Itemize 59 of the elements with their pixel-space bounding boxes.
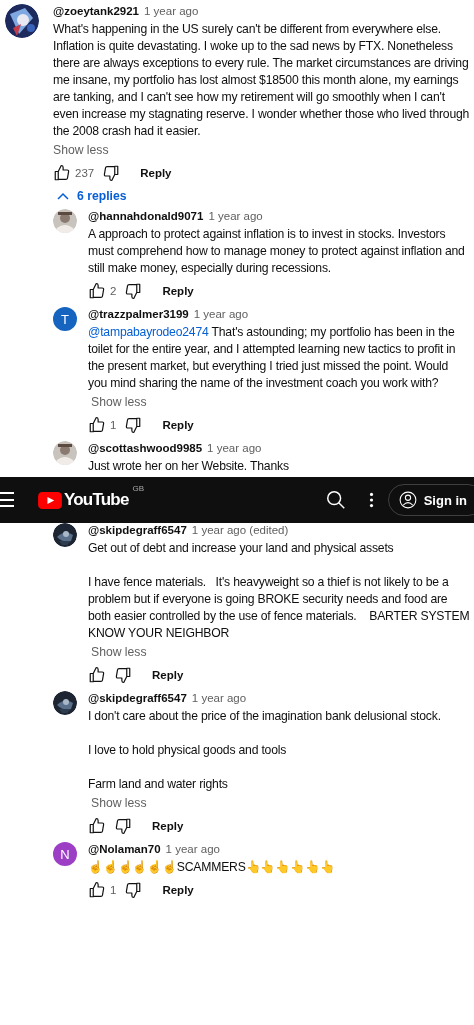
comment-text: A approach to protect against inflation is to invest in stocks. Investors must comprehend how to manage money to protect against inflation and still make money, especially during recessions.: [88, 226, 466, 277]
comment-time: 1 year ago: [193, 307, 249, 322]
thumbs-up-icon[interactable]: [88, 282, 106, 300]
reply-button[interactable]: Reply: [158, 415, 198, 435]
comment-time: 1 year ago: [165, 842, 220, 857]
region-code: GB: [132, 484, 145, 493]
thumbs-up-icon[interactable]: [88, 666, 106, 684]
comment-text: @tampabayrodeo2474 That's astounding; my portfolio has been in the toilet for the entire year, and I attempted learning new tactics to profit in the present market, but everything I tried just missed the point. Would you mind sharing the name of the investment coach you work with?: [88, 324, 457, 392]
like-count: 2: [110, 285, 117, 297]
logo-text[interactable]: YouTube: [64, 490, 129, 510]
reply-button[interactable]: Reply: [158, 880, 198, 900]
thumbs-up-icon[interactable]: [88, 416, 106, 434]
comment-author[interactable]: @skipdegraff6547: [88, 523, 187, 538]
like-count: 1: [110, 884, 117, 896]
replies-toggle[interactable]: 6 replies: [53, 187, 131, 205]
comment-text: Get out of debt and increase your land and physical assets I have fence materials. It's heavyweight so a thief is not likely to be a problem but if everyone is going BROKE security needs and food are both easier controlled by the use of fence materials. BARTER SYSTEM KNOW YOUR NEIGHBOR: [88, 540, 470, 642]
comment-author[interactable]: @zoeytank2921: [53, 4, 139, 19]
avatar: T: [53, 307, 77, 331]
thumbs-down-icon[interactable]: [114, 817, 132, 835]
show-less-link[interactable]: Show less: [88, 795, 147, 812]
thumbs-down-icon[interactable]: [124, 881, 143, 899]
account-icon[interactable]: [398, 491, 417, 509]
chevron-icon[interactable]: [57, 192, 69, 200]
reply-button[interactable]: Reply: [148, 665, 188, 685]
show-less-link[interactable]: Show less: [88, 644, 147, 661]
reply-button[interactable]: Reply: [148, 816, 188, 836]
avatar: N: [53, 842, 77, 866]
comment-author[interactable]: @hannahdonald9071: [88, 209, 204, 224]
show-less-link[interactable]: Show less: [88, 394, 147, 411]
comment-time: 1 year ago: [208, 209, 263, 224]
more-icon[interactable]: [368, 492, 374, 508]
thumbs-up-icon[interactable]: [88, 881, 106, 899]
like-count: 237: [75, 167, 95, 179]
reply-button[interactable]: Reply: [136, 163, 176, 183]
comment-author[interactable]: @trazzpalmer3199: [88, 307, 189, 322]
comment-text: What's happening in the US surely can't be different from everywhere else. Inflation is quite devastating. I woke up to the sad news by FTX. Nonetheless there are always exceptions to every rule. The market circumstances are driving me insane, my portfolio has lost almost $18500 this month alone, my earnings are tanking, and I can't see how my retirement will go smoothly when I can't even increase my stagnating reserve. I wonder whether those who lived through the 2008 crash had it easier.: [53, 21, 470, 140]
show-less-link[interactable]: Show less: [53, 142, 109, 159]
comment-text: Just wrote her on her Website. Thanks: [88, 458, 290, 475]
comment-text: ☝☝☝☝☝☝SCAMMERS👆👆👆👆👆👆: [88, 859, 336, 876]
comment-time: 1 year ago: [144, 4, 199, 19]
thumbs-down-icon[interactable]: [124, 282, 143, 300]
thumbs-down-icon[interactable]: [124, 416, 143, 434]
thumbs-down-icon[interactable]: [114, 666, 132, 684]
comment-author[interactable]: @skipdegraff6547: [88, 691, 187, 706]
mention-link[interactable]: @tampabayrodeo2474: [88, 325, 209, 339]
reply-button[interactable]: Reply: [158, 281, 198, 301]
comment-time: 1 year ago: [191, 691, 247, 706]
comment-author[interactable]: @Nolaman70: [88, 842, 161, 857]
comment-time: 1 year ago: [207, 441, 262, 456]
thumbs-up-icon[interactable]: [88, 817, 106, 835]
thumbs-down-icon[interactable]: [102, 164, 121, 182]
thumbs-up-icon[interactable]: [53, 164, 71, 182]
search-icon[interactable]: [324, 489, 347, 511]
comment-time: 1 year ago (edited): [191, 523, 289, 538]
comment-author[interactable]: @scottashwood9985: [88, 441, 203, 456]
comment-text: I don't care about the price of the imagination bank delusional stock. I love to hold physical goods and tools Farm land and water rights: [88, 708, 442, 793]
play-logo-icon[interactable]: [38, 491, 62, 509]
menu-icon[interactable]: ☰: [0, 488, 14, 512]
like-count: 1: [110, 419, 117, 431]
